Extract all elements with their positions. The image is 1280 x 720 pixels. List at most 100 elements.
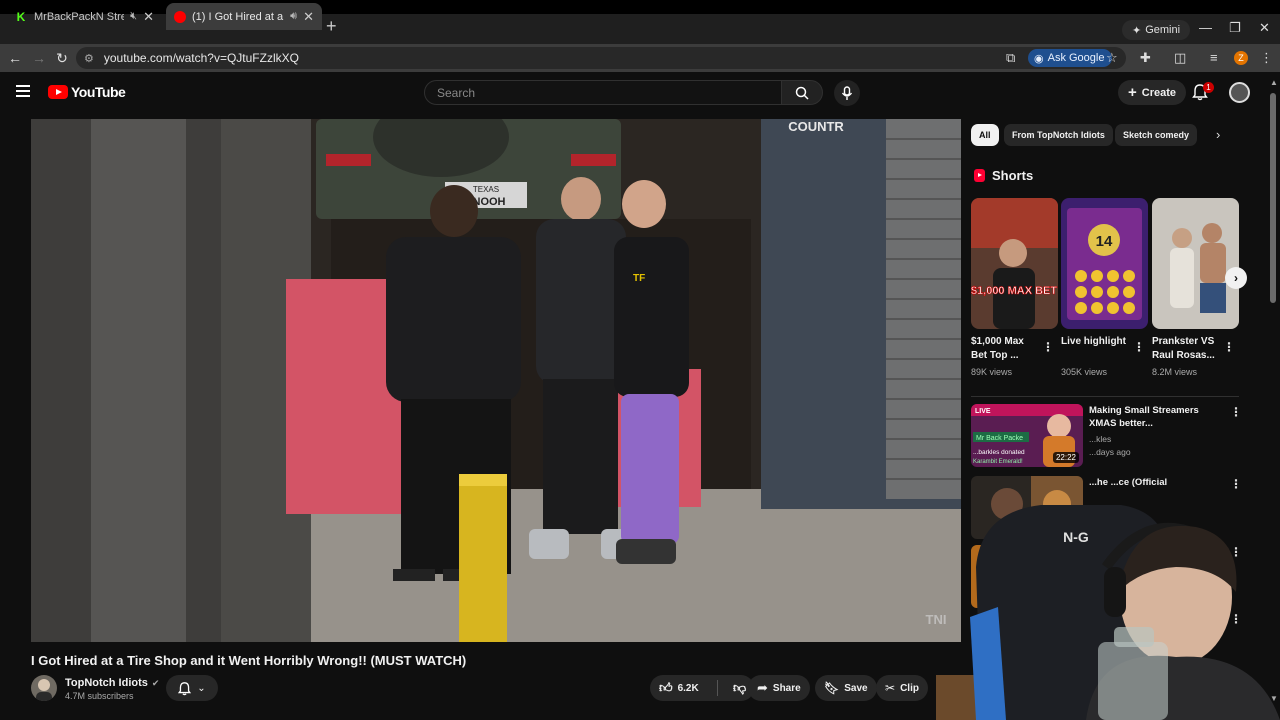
subscriber-count: 4.7M subscribers [65, 691, 134, 701]
chip-from-channel[interactable]: From TopNotch Idiots [1004, 124, 1113, 146]
more-options-icon[interactable]: ⋮ [1230, 405, 1242, 419]
video-title: I Got Hired at a Tire Shop and it Went H… [31, 653, 467, 668]
search-button[interactable] [781, 80, 823, 105]
tab-youtube-video[interactable]: (1) I Got Hired at a Tire Shop 🔊︎ ✕ [166, 3, 322, 30]
dislike-button[interactable]: 👎︎ [723, 680, 746, 696]
like-button[interactable]: 👍︎ 6.2K [650, 680, 712, 696]
short-views: 305K views [1061, 367, 1108, 377]
channel-name[interactable]: TopNotch Idiots ✔ [65, 677, 159, 689]
video-player[interactable]: TEXAS NOOH COUNTR TF TNI [31, 119, 961, 642]
close-window-icon[interactable]: ✕ [1259, 20, 1270, 36]
ask-google-button[interactable]: ◉ Ask Google [1028, 49, 1113, 67]
verified-icon: ✔ [151, 677, 160, 688]
microphone-icon [841, 85, 853, 100]
thumbs-up-icon: 👍︎ [659, 680, 673, 695]
youtube-icon [174, 10, 186, 23]
site-settings-icon[interactable]: ⚙ [84, 52, 94, 65]
channel-name-text: TopNotch Idiots [65, 677, 148, 689]
short-overlay-text: $1,000 MAX BET [971, 285, 1057, 297]
video-thumbnail[interactable]: LIVE Mr Back Packe ...barkles donated Ka… [971, 404, 1083, 467]
short-views: 89K views [971, 367, 1013, 377]
subscription-notification-button[interactable]: ⌄ [166, 675, 218, 701]
more-options-icon[interactable]: ⋮ [1042, 340, 1054, 354]
thumbnail-note-overlay: Karambit Emerald! [973, 459, 1023, 465]
hamburger-menu-icon[interactable] [16, 85, 30, 97]
share-arrow-icon: ➦ [757, 680, 768, 695]
browser-menu-icon[interactable]: ⋮ [1260, 50, 1273, 66]
recommended-title[interactable]: Making Small Streamers XMAS better... [1089, 404, 1219, 430]
short-title[interactable]: Live highlight [1061, 335, 1131, 349]
recommended-title[interactable]: ...he ...ce (Official [1089, 476, 1219, 489]
bookmark-icon: 🔖︎ [824, 681, 840, 695]
create-label: Create [1141, 86, 1177, 99]
bookmark-star-icon[interactable]: ☆ [1106, 50, 1118, 66]
restore-icon[interactable]: ❐ [1229, 20, 1241, 36]
shirt-logo-text: TF [633, 273, 645, 284]
minimize-icon[interactable]: — [1199, 20, 1212, 35]
close-tab-icon[interactable]: ✕ [303, 9, 314, 25]
more-options-icon[interactable]: ⋮ [1133, 340, 1145, 354]
lens-icon: ◉ [1034, 52, 1044, 65]
chip-all[interactable]: All [971, 124, 999, 146]
plus-icon: + [1128, 84, 1137, 101]
profile-avatar[interactable]: Z [1234, 51, 1248, 65]
shorts-heading-text: Shorts [992, 168, 1034, 183]
tab-title: MrBackPackN Stream - Wat [34, 10, 125, 23]
save-label: Save [844, 682, 868, 694]
short-thumbnail[interactable]: 14 [1061, 198, 1148, 329]
back-icon[interactable]: ← [6, 50, 24, 66]
search-input[interactable]: Search [424, 80, 782, 105]
section-divider [971, 396, 1239, 397]
video-duration: 22:22 [1052, 452, 1079, 463]
forward-icon[interactable]: → [30, 50, 48, 66]
page-scrollbar[interactable] [1270, 93, 1276, 303]
create-button[interactable]: + Create [1118, 80, 1187, 105]
extensions-icon[interactable]: ✚ [1140, 50, 1151, 66]
install-app-icon[interactable]: ⧉ [1006, 50, 1015, 66]
user-avatar[interactable] [1229, 82, 1250, 103]
voice-search-button[interactable] [834, 80, 860, 106]
short-title[interactable]: $1,000 Max Bet Top ... [971, 335, 1041, 363]
youtube-logo[interactable]: YouTube [48, 84, 126, 100]
clip-button[interactable]: ✂ Clip [876, 675, 928, 701]
shorts-icon [974, 169, 985, 182]
shorts-next-button[interactable]: › [1225, 267, 1247, 289]
short-thumbnail[interactable]: $1,000 MAX BET [971, 198, 1058, 329]
like-count: 6.2K [677, 682, 699, 694]
share-button[interactable]: ➦ Share [748, 675, 810, 701]
media-controls-icon[interactable]: ≡ [1210, 50, 1218, 65]
short-title[interactable]: Prankster VS Raul Rosas... [1152, 335, 1222, 363]
close-tab-icon[interactable]: ✕ [143, 9, 154, 25]
thumbnail-donation-overlay: ...barkles donated [973, 449, 1025, 456]
reload-icon[interactable]: ↻ [53, 50, 71, 67]
new-tab-button[interactable]: + [326, 16, 337, 37]
address-bar[interactable]: ⚙ youtube.com/watch?v=QJtuFZzlkXQ [76, 47, 1126, 69]
gemini-button[interactable]: ✦ Gemini [1122, 20, 1191, 40]
video-frame: TEXAS NOOH COUNTR TF TNI [31, 119, 961, 642]
notification-count-badge: 1 [1203, 82, 1214, 93]
speaker-icon[interactable]: 🔊︎ [290, 10, 297, 23]
thumbs-down-icon: 👎︎ [733, 680, 747, 695]
channel-avatar[interactable] [31, 675, 57, 701]
more-options-icon[interactable]: ⋮ [1223, 340, 1235, 354]
youtube-play-icon [48, 85, 68, 99]
kick-icon: K [16, 9, 26, 24]
scroll-up-arrow[interactable]: ▲ [1270, 78, 1278, 87]
url-text: youtube.com/watch?v=QJtuFZzlkXQ [103, 51, 299, 65]
recommended-meta: ...days ago [1089, 447, 1131, 457]
short-thumbnail[interactable] [1152, 198, 1239, 329]
tab-title: (1) I Got Hired at a Tire Shop [192, 10, 284, 23]
chip-sketch-comedy[interactable]: Sketch comedy [1115, 124, 1198, 146]
bell-icon [178, 681, 192, 695]
muted-speaker-icon[interactable]: 🔇︎ [130, 10, 137, 23]
more-options-icon[interactable]: ⋮ [1230, 477, 1242, 491]
tab-kick-stream[interactable]: K MrBackPackN Stream - Wat 🔇︎ ✕ [6, 3, 162, 30]
chevron-right-icon[interactable]: › [1216, 127, 1220, 142]
license-plate-state: TEXAS [473, 185, 499, 194]
gemini-label: Gemini [1145, 24, 1181, 36]
thumbnail-name-overlay: Mr Back Packe [976, 435, 1023, 442]
side-panel-icon[interactable]: ◫ [1174, 50, 1186, 66]
recommended-channel[interactable]: ...kles [1089, 434, 1111, 444]
save-button[interactable]: 🔖︎ Save [815, 675, 877, 701]
like-dislike-group: 👍︎ 6.2K 👎︎ [650, 675, 754, 701]
